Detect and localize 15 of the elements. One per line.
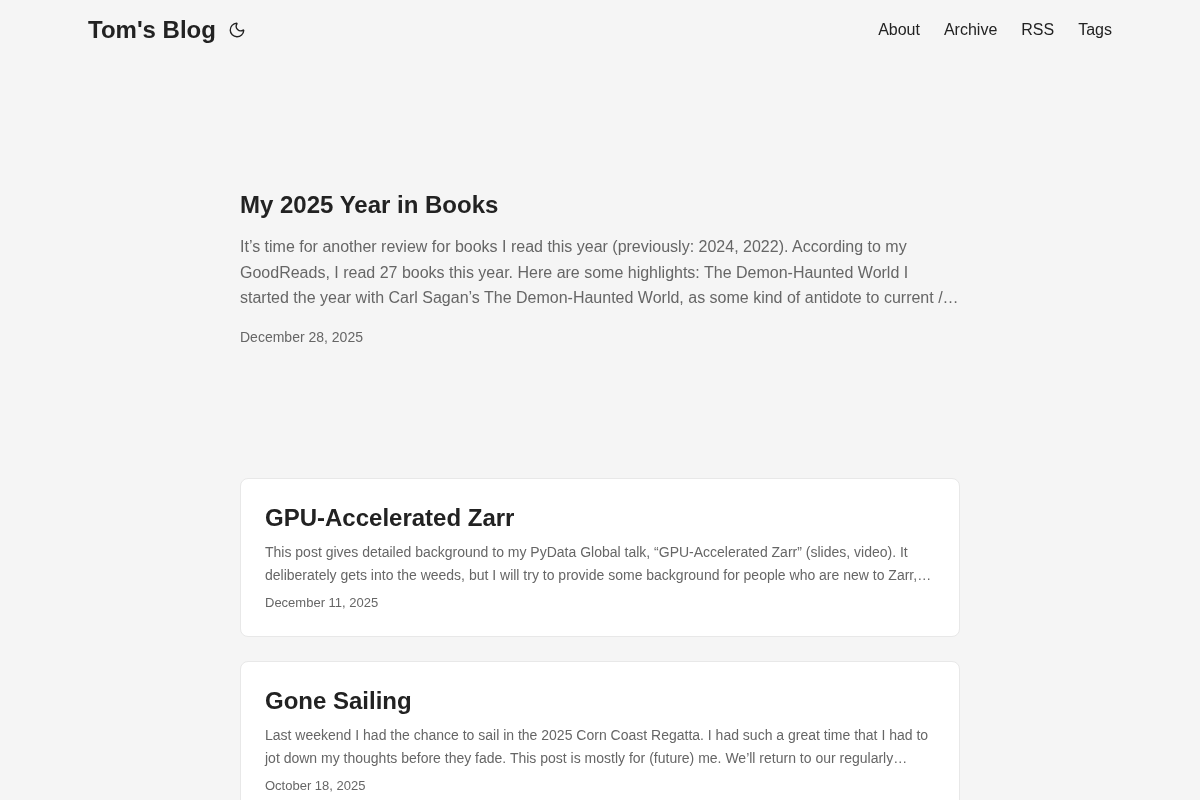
moon-icon[interactable]	[227, 21, 246, 39]
nav-link[interactable]: Archive	[943, 20, 998, 40]
nav-link[interactable]: Tags	[1078, 20, 1112, 40]
post-excerpt: Last weekend I had the chance to sail in the 2025 Corn Coast Regatta. I had such a great time that I had to jot down my thoughts before they fade. This post is mostly for (future) me. We’ll return to our regularly…	[265, 725, 930, 768]
nav-link[interactable]: About	[878, 20, 920, 40]
post-excerpt: This post gives detailed background to my PyData Global talk, “GPU-Accelerated Zarr” (slides, video). It deliberately gets into the weeds, but I will try to provide some background for people who are new to Zarr,…	[265, 542, 933, 585]
post-title[interactable]: Gone Sailing	[265, 685, 935, 716]
post-title[interactable]: My 2025 Year in Books	[240, 190, 960, 220]
post-date: October 18, 2025	[265, 776, 367, 795]
post-excerpt: It’s time for another review for books I read this year (previously: 2024, 2022). According to my GoodReads, I read 27 books this year. Here are some highlights: The Demon-Haunted World I started the year with Carl Sagan’s The Demon-Haunted World, as some kind of antidote to current /…	[240, 237, 960, 309]
post-date: December 28, 2025	[240, 327, 364, 347]
site-title[interactable]: Tom's Blog	[88, 15, 216, 45]
post-title[interactable]: GPU-Accelerated Zarr	[265, 502, 935, 533]
nav-link[interactable]: RSS	[1021, 20, 1055, 40]
post-date: December 11, 2025	[265, 593, 380, 612]
